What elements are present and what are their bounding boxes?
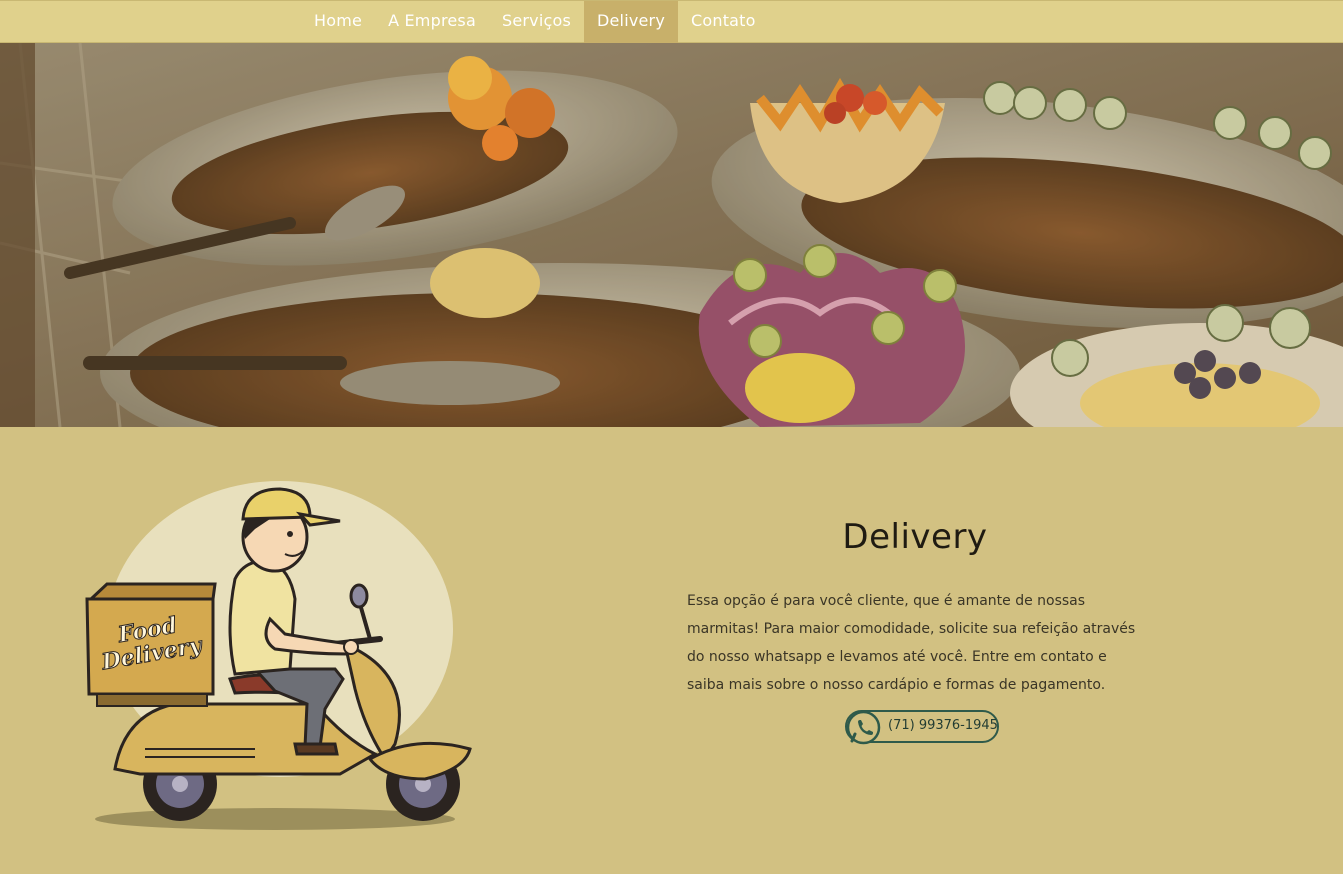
- delivery-title: Delivery: [842, 517, 988, 557]
- whatsapp-contact-button[interactable]: (71) 99376-1945: [845, 710, 999, 745]
- scooter-delivery-illustration: Food Delivery: [85, 481, 472, 830]
- hero-banner-image: [0, 43, 1343, 427]
- nav-item-home[interactable]: Home: [301, 1, 375, 43]
- whatsapp-number: (71) 99376-1945: [888, 718, 998, 733]
- food-delivery-illustration: Food Delivery: [85, 479, 485, 839]
- whatsapp-icon: [846, 710, 881, 745]
- buffet-food-photo: [0, 43, 1343, 427]
- delivery-description: Essa opção é para você cliente, que é am…: [687, 593, 1136, 693]
- nav-item-contato[interactable]: Contato: [678, 1, 769, 43]
- delivery-section: Food Delivery Delivery Essa opção é para…: [0, 427, 1343, 874]
- nav-item-delivery[interactable]: Delivery: [583, 1, 678, 43]
- nav-item-a-empresa[interactable]: A Empresa: [375, 1, 489, 43]
- top-navbar: Home A Empresa Serviços Delivery Contato: [0, 0, 1343, 43]
- nav-menu: Home A Empresa Serviços Delivery Contato: [301, 1, 769, 43]
- nav-item-servicos[interactable]: Serviços: [489, 1, 584, 43]
